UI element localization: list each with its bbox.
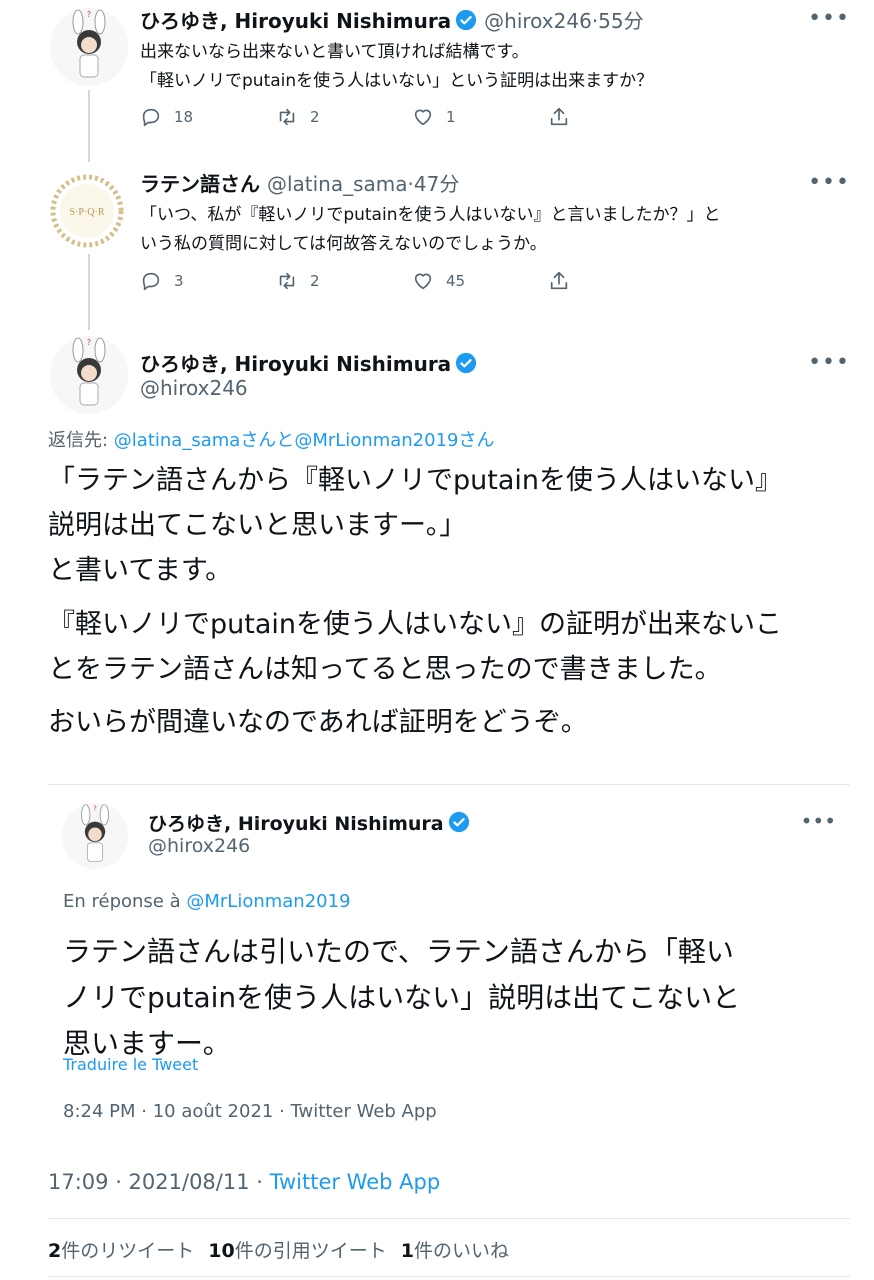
user-name: ひろゆき, Hiroyuki Nishimura bbox=[148, 813, 444, 835]
reply-context: 返信先: @latina_samaさんと@MrLionman2019さん bbox=[48, 426, 494, 452]
quotes-stat[interactable]: 10件の引用ツイート bbox=[208, 1240, 386, 1262]
main-tweet-paragraph: おいらが間違いなのであれば証明をどうぞ。 bbox=[48, 700, 848, 745]
svg-text:?: ? bbox=[87, 10, 91, 19]
like-button[interactable]: 1 bbox=[412, 106, 548, 128]
stat-label: 件のいいね bbox=[413, 1240, 509, 1262]
tweet-line: と書いてます。 bbox=[48, 555, 233, 586]
thread-line bbox=[88, 90, 90, 162]
divider bbox=[48, 1218, 850, 1219]
main-tweet-paragraph: 『軽いノリでputainを使う人はいない』の証明が出来ないこ とをラテン語さんは… bbox=[48, 602, 848, 692]
tweet-line: 説明は出てこないと思いますー。」 bbox=[48, 510, 467, 541]
more-icon[interactable]: ••• bbox=[808, 352, 850, 374]
tweet-time[interactable]: ·55分 bbox=[592, 9, 644, 33]
mention-link: @MrLionman2019 bbox=[186, 891, 351, 912]
tweet-line: いう私の質問に対しては何故答えないのでしょうか。 bbox=[140, 234, 547, 254]
quoted-tweet-text: ラテン語さんは引いたので、ラテン語さんから「軽い ノリでputainを使う人はい… bbox=[63, 929, 833, 1067]
tweet-line: 「いつ、私が『軽いノリでputainを使う人はいない』と言いましたか？」と bbox=[140, 205, 721, 225]
tweet-actions: 3 2 45 bbox=[140, 270, 582, 292]
avatar[interactable]: ? bbox=[50, 8, 128, 86]
retweet-button[interactable]: 2 bbox=[276, 106, 412, 128]
retweet-count: 2 bbox=[310, 272, 320, 290]
translate-link: Traduire le Tweet bbox=[63, 1055, 199, 1074]
tweet-line: 出来ないなら出来ないと書いて頂ければ結構です。 bbox=[140, 42, 529, 62]
more-icon: ••• bbox=[800, 809, 836, 833]
tweet-line: 「ラテン語さんから『軽いノリでputainを使う人はいない』 bbox=[48, 465, 782, 496]
tweet-actions: 18 2 1 bbox=[140, 106, 582, 128]
retweet-icon bbox=[279, 272, 295, 290]
tweet-line: ラテン語さんは引いたので、ラテン語さんから「軽い bbox=[63, 935, 734, 968]
retweet-count: 2 bbox=[310, 108, 320, 126]
main-tweet-paragraph: 「ラテン語さんから『軽いノリでputainを使う人はいない』 説明は出てこないと… bbox=[48, 458, 848, 593]
reply-suffix: さん bbox=[458, 430, 495, 451]
quoted-tweet[interactable]: ? ひろゆき, Hiroyuki Nishimura @hirox246 •••… bbox=[48, 784, 850, 1150]
more-icon[interactable]: ••• bbox=[808, 172, 850, 194]
tweet-line: 『軽いノリでputainを使う人はいない』の証明が出来ないこ bbox=[48, 609, 782, 640]
reply-count: 3 bbox=[174, 272, 184, 290]
mention-link[interactable]: @MrLionman2019 bbox=[294, 430, 458, 451]
tweet-text: 「いつ、私が『軽いノリでputainを使う人はいない』と言いましたか？」と いう… bbox=[140, 201, 850, 259]
verified-badge-icon bbox=[448, 811, 469, 833]
tweet-text: 出来ないなら出来ないと書いて頂ければ結構です。 「軽いノリでputainを使う人… bbox=[140, 38, 653, 96]
like-button[interactable]: 45 bbox=[412, 270, 548, 292]
user-handle[interactable]: @hirox246 bbox=[484, 9, 592, 33]
stat-count: 2 bbox=[48, 1240, 62, 1262]
avatar-text: S·P·Q·R bbox=[69, 207, 104, 218]
share-button[interactable] bbox=[548, 106, 582, 128]
reply-count: 18 bbox=[174, 108, 194, 126]
tweet-timestamp: 17:09 · 2021/08/11 · Twitter Web App bbox=[48, 1170, 440, 1194]
user-name[interactable]: ラテン語さん bbox=[140, 172, 260, 196]
avatar: ? bbox=[62, 803, 128, 869]
user-handle[interactable]: @hirox246 bbox=[140, 376, 248, 400]
stat-count: 10 bbox=[208, 1240, 235, 1262]
reply-icon bbox=[142, 272, 160, 291]
avatar[interactable]: ? bbox=[50, 336, 128, 414]
reply-separator: さんと bbox=[240, 430, 295, 451]
retweet-icon bbox=[279, 108, 295, 126]
tweet-line: おいらが間違いなのであれば証明をどうぞ。 bbox=[48, 707, 588, 738]
quoted-tweet-meta: 8:24 PM · 10 août 2021 · Twitter Web App bbox=[63, 1101, 437, 1122]
likes-stat[interactable]: 1件のいいね bbox=[401, 1240, 509, 1262]
reply-prefix: En réponse à bbox=[63, 891, 187, 912]
more-icon[interactable]: ••• bbox=[808, 8, 850, 30]
heart-icon bbox=[414, 109, 432, 126]
thread-line bbox=[88, 254, 90, 330]
tweet-line: とをラテン語さんは知ってると思ったので書きました。 bbox=[48, 654, 722, 685]
user-handle[interactable]: @latina_sama bbox=[267, 172, 408, 196]
avatar[interactable]: S·P·Q·R bbox=[48, 172, 126, 250]
verified-badge-icon bbox=[456, 352, 477, 374]
retweet-button[interactable]: 2 bbox=[276, 270, 412, 292]
user-name[interactable]: ひろゆき, Hiroyuki Nishimura bbox=[140, 352, 451, 376]
reply-context: En réponse à @MrLionman2019 bbox=[63, 891, 351, 912]
stat-count: 1 bbox=[400, 1240, 414, 1262]
share-icon bbox=[550, 271, 568, 290]
share-button[interactable] bbox=[548, 270, 582, 292]
stat-label: 件の引用ツイート bbox=[234, 1240, 387, 1262]
timestamp-text: 17:09 · 2021/08/11 · bbox=[48, 1170, 270, 1194]
reply-button[interactable]: 3 bbox=[140, 270, 276, 292]
divider bbox=[48, 1276, 850, 1277]
source-link[interactable]: Twitter Web App bbox=[270, 1170, 441, 1194]
user-handle: @hirox246 bbox=[148, 835, 251, 857]
reply-prefix: 返信先: bbox=[48, 430, 114, 451]
svg-text:?: ? bbox=[87, 338, 91, 347]
svg-text:?: ? bbox=[93, 805, 97, 813]
mention-link[interactable]: @latina_sama bbox=[114, 430, 241, 451]
heart-icon bbox=[414, 273, 432, 290]
retweets-stat[interactable]: 2件のリツイート bbox=[48, 1240, 194, 1262]
tweet-time[interactable]: ·47分 bbox=[408, 172, 460, 196]
verified-badge-icon bbox=[456, 9, 477, 31]
like-count: 1 bbox=[446, 108, 456, 126]
tweet-stats: 2件のリツイート 10件の引用ツイート 1件のいいね bbox=[48, 1236, 509, 1263]
like-count: 45 bbox=[446, 272, 466, 290]
tweet-line: ノリでputainを使う人はいない」説明は出てこないと bbox=[63, 981, 741, 1014]
share-icon bbox=[550, 107, 568, 126]
user-name[interactable]: ひろゆき, Hiroyuki Nishimura bbox=[140, 9, 451, 33]
tweet-line: 「軽いノリでputainを使う人はいない」という証明は出来ますか？ bbox=[140, 71, 654, 91]
stat-label: 件のリツイート bbox=[61, 1240, 195, 1262]
reply-button[interactable]: 18 bbox=[140, 106, 276, 128]
reply-icon bbox=[142, 108, 160, 127]
